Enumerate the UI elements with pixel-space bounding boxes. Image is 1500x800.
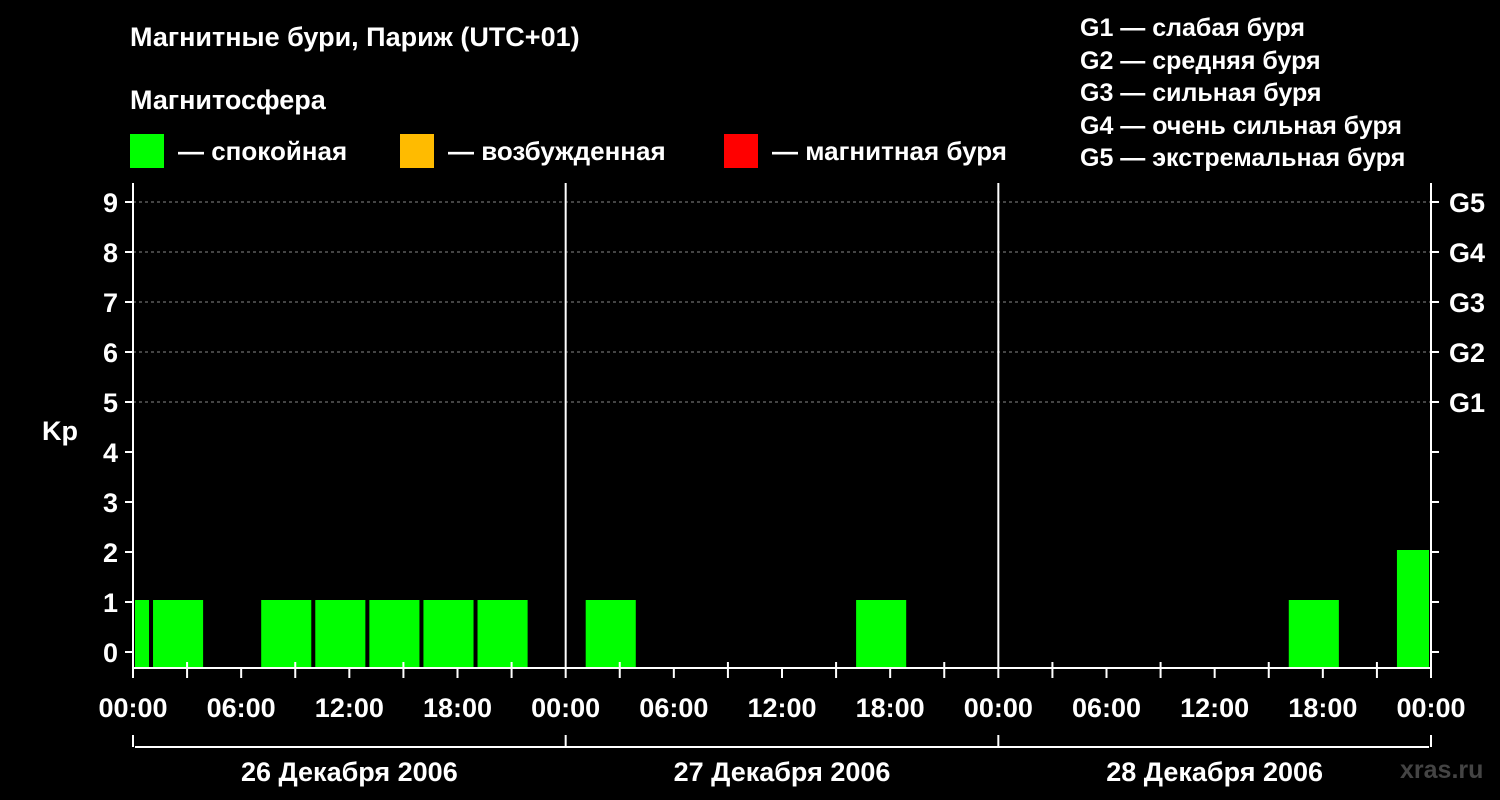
- x-tick-label: 12:00: [1180, 693, 1249, 723]
- kp-bar: [369, 600, 420, 668]
- x-tick-label: 18:00: [1288, 693, 1357, 723]
- g-level-label: G5: [1449, 188, 1485, 218]
- y-tick-label: 0: [103, 638, 118, 668]
- x-tick-label: 12:00: [315, 693, 384, 723]
- g-level-label: G1: [1449, 388, 1485, 418]
- kp-bar: [1396, 550, 1429, 668]
- kp-bar: [153, 600, 204, 668]
- kp-bar-chart: 0 1 2 3 4 5 6 7 8 9 G1 G2 G3 G4 G5 Kp 00:00 06:00 12:00 18:…: [42, 183, 1485, 787]
- y-tick-label: 1: [103, 588, 118, 618]
- y-axis-title: Kp: [42, 416, 78, 446]
- y-tick-label: 3: [103, 488, 118, 518]
- g-level-label: G4: [1449, 238, 1485, 268]
- y-tick-label: 4: [103, 438, 118, 468]
- kp-bar: [1288, 600, 1339, 668]
- x-tick-label: 06:00: [1072, 693, 1141, 723]
- day-label: 27 Декабря 2006: [674, 757, 891, 787]
- kp-bar: [135, 600, 150, 668]
- g-level-label: G2: [1449, 338, 1485, 368]
- x-tick-label: 00:00: [531, 693, 600, 723]
- x-tick-label: 18:00: [423, 693, 492, 723]
- kp-bar: [261, 600, 312, 668]
- x-tick-label: 00:00: [964, 693, 1033, 723]
- watermark: xras.ru: [1400, 756, 1484, 784]
- y-tick-label: 9: [103, 188, 118, 218]
- x-tick-label: 00:00: [1396, 693, 1465, 723]
- y-tick-label: 8: [103, 238, 118, 268]
- y-tick-label: 5: [103, 388, 118, 418]
- x-tick-label: 18:00: [856, 693, 925, 723]
- y-tick-label: 6: [103, 338, 118, 368]
- y-tick-label: 2: [103, 538, 118, 568]
- y-tick-label: 7: [103, 288, 118, 318]
- x-tick-label: 12:00: [747, 693, 816, 723]
- kp-bar: [477, 600, 528, 668]
- kp-bar: [585, 600, 636, 668]
- kp-bar: [315, 600, 366, 668]
- kp-bar: [856, 600, 907, 668]
- x-tick-label: 06:00: [639, 693, 708, 723]
- day-label: 28 Декабря 2006: [1106, 757, 1323, 787]
- day-label: 26 Декабря 2006: [241, 757, 458, 787]
- x-tick-label: 00:00: [98, 693, 167, 723]
- x-tick-label: 06:00: [207, 693, 276, 723]
- kp-bar: [423, 600, 474, 668]
- g-level-label: G3: [1449, 288, 1485, 318]
